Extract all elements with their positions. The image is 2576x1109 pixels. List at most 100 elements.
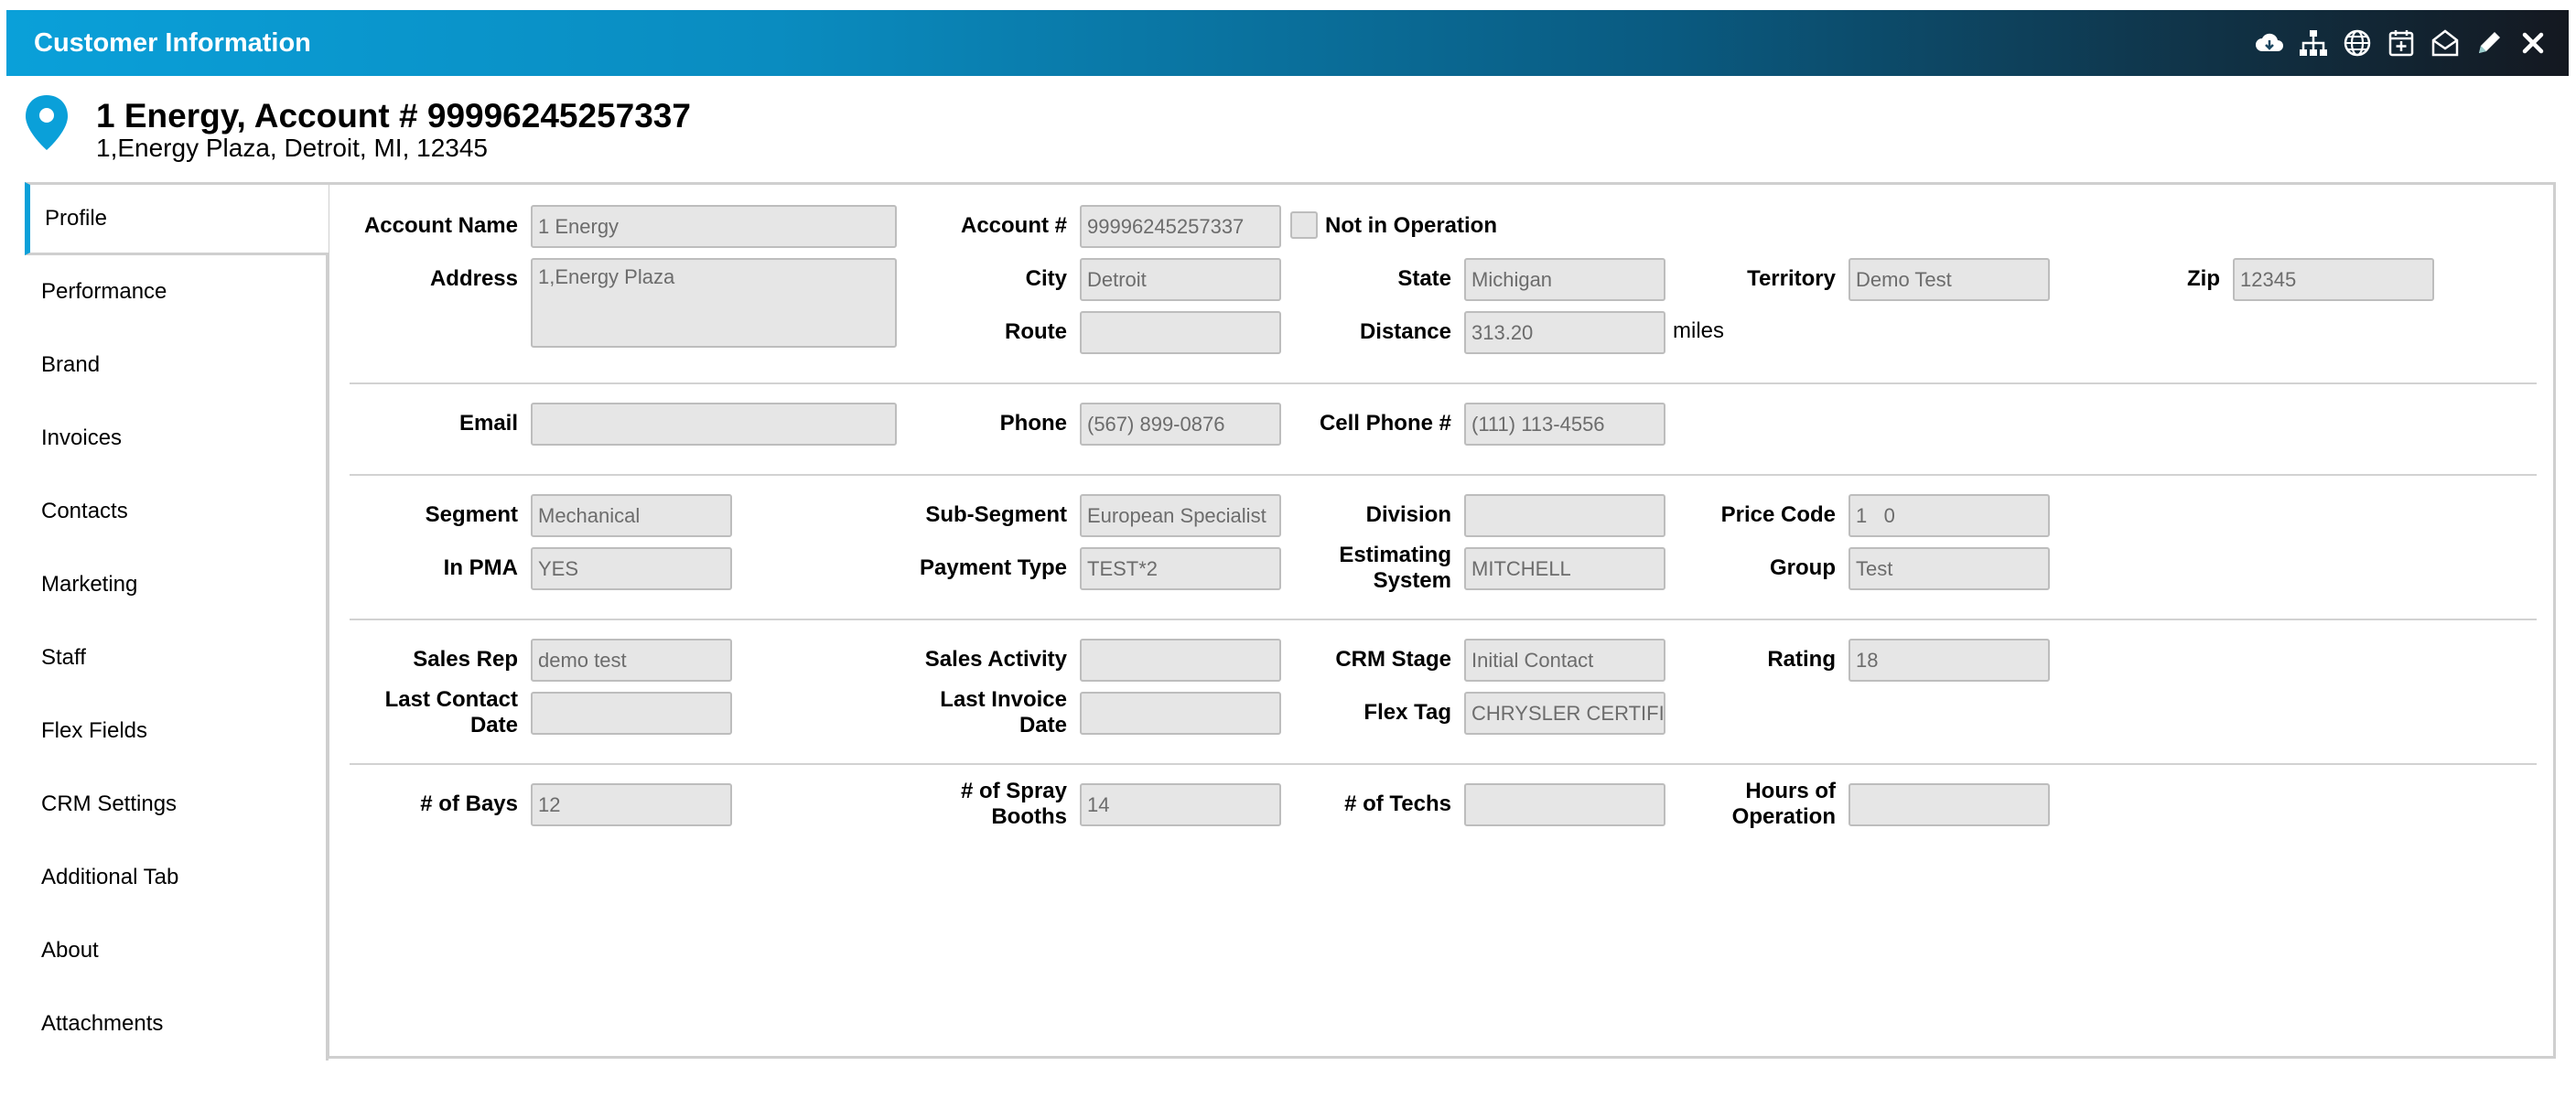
customer-header: 1 Energy, Account # 99996245257337 1,Ene…	[23, 88, 1304, 170]
estimating-system-label: Estimating System	[1339, 543, 1451, 594]
division-label: Division	[1365, 502, 1451, 527]
hours-of-operation-label-line2: Operation	[1731, 804, 1836, 829]
flex-tag-label: Flex Tag	[1363, 700, 1451, 725]
not-in-operation-label: Not in Operation	[1325, 213, 1497, 238]
zip-field[interactable]: 12345	[2233, 258, 2434, 301]
not-in-operation-checkbox[interactable]	[1290, 211, 1318, 239]
account-name-field[interactable]: 1 Energy	[531, 205, 897, 248]
territory-label: Territory	[1747, 266, 1836, 291]
spray-booths-label-line1: # of Spray	[960, 779, 1067, 803]
phone-label: Phone	[999, 411, 1067, 436]
payment-type-field[interactable]: TEST*2	[1080, 547, 1281, 590]
pencil-icon[interactable]	[2474, 27, 2505, 59]
sales-rep-field[interactable]: demo test	[531, 639, 732, 682]
territory-field[interactable]: Demo Test	[1848, 258, 2050, 301]
in-pma-label: In PMA	[443, 555, 518, 580]
tab-profile[interactable]: Profile	[25, 182, 329, 255]
crm-stage-field[interactable]: Initial Contact	[1464, 639, 1665, 682]
section-divider	[350, 619, 2537, 620]
section-divider	[350, 763, 2537, 765]
tab-flex-fields[interactable]: Flex Fields	[25, 694, 329, 768]
tab-invoices[interactable]: Invoices	[25, 402, 329, 475]
tab-marketing[interactable]: Marketing	[25, 548, 329, 621]
rating-label: Rating	[1767, 647, 1836, 672]
sales-activity-field[interactable]	[1080, 639, 1281, 682]
profile-panel: Account Name 1 Energy Account # 99996245…	[327, 182, 2556, 1059]
price-code-field[interactable]: 1 0	[1848, 494, 2050, 537]
customer-title: 1 Energy, Account # 99996245257337	[96, 97, 691, 135]
tab-brand[interactable]: Brand	[25, 328, 329, 402]
phone-field[interactable]: (567) 899-0876	[1080, 403, 1281, 446]
envelope-open-icon[interactable]	[2430, 27, 2461, 59]
download-cloud-icon[interactable]	[2254, 27, 2285, 59]
in-pma-field[interactable]: YES	[531, 547, 732, 590]
last-invoice-date-field[interactable]	[1080, 692, 1281, 735]
account-name-label: Account Name	[363, 213, 518, 238]
calendar-add-icon[interactable]	[2386, 27, 2417, 59]
bays-label: # of Bays	[420, 791, 518, 816]
window-title: Customer Information	[34, 27, 311, 58]
spray-booths-field[interactable]: 14	[1080, 783, 1281, 826]
email-label: Email	[458, 411, 518, 436]
last-contact-date-field[interactable]	[531, 692, 732, 735]
city-field[interactable]: Detroit	[1080, 258, 1281, 301]
crm-stage-label: CRM Stage	[1335, 647, 1451, 672]
tab-contacts[interactable]: Contacts	[25, 475, 329, 548]
tab-additional[interactable]: Additional Tab	[25, 841, 329, 914]
group-label: Group	[1770, 555, 1836, 580]
division-field[interactable]	[1464, 494, 1665, 537]
estimating-system-field[interactable]: MITCHELL	[1464, 547, 1665, 590]
state-field[interactable]: Michigan	[1464, 258, 1665, 301]
hours-of-operation-label: Hours of Operation	[1732, 779, 1836, 830]
sales-activity-label: Sales Activity	[924, 647, 1067, 672]
sub-segment-label: Sub-Segment	[925, 502, 1067, 527]
last-invoice-date-label: Last Invoice Date	[940, 687, 1067, 738]
close-icon[interactable]	[2517, 27, 2549, 59]
route-label: Route	[1005, 319, 1067, 344]
distance-label: Distance	[1359, 319, 1451, 344]
tab-crm-settings[interactable]: CRM Settings	[25, 768, 329, 841]
globe-icon[interactable]	[2342, 27, 2373, 59]
account-number-field[interactable]: 99996245257337	[1080, 205, 1281, 248]
segment-field[interactable]: Mechanical	[531, 494, 732, 537]
sales-rep-label: Sales Rep	[413, 647, 518, 672]
estimating-system-label-line2: System	[1373, 568, 1451, 593]
bays-field[interactable]: 12	[531, 783, 732, 826]
tab-attachments[interactable]: Attachments	[25, 987, 329, 1061]
last-contact-date-label-line1: Last Contact	[384, 687, 518, 712]
cell-phone-label: Cell Phone #	[1319, 411, 1451, 436]
hours-of-operation-label-line1: Hours of	[1745, 779, 1836, 803]
estimating-system-label-line1: Estimating	[1339, 543, 1451, 567]
tab-about[interactable]: About	[25, 914, 329, 987]
distance-unit: miles	[1673, 318, 1725, 343]
group-field[interactable]: Test	[1848, 547, 2050, 590]
spray-booths-label-line2: Booths	[991, 804, 1067, 829]
rating-field[interactable]: 18	[1848, 639, 2050, 682]
price-code-label: Price Code	[1720, 502, 1836, 527]
route-field[interactable]	[1080, 311, 1281, 354]
payment-type-label: Payment Type	[920, 555, 1067, 580]
address-label: Address	[429, 266, 518, 291]
cell-phone-field[interactable]: (111) 113-4556	[1464, 403, 1665, 446]
zip-label: Zip	[2187, 266, 2220, 291]
hours-of-operation-field[interactable]	[1848, 783, 2050, 826]
section-divider	[350, 474, 2537, 476]
account-number-label: Account #	[960, 213, 1067, 238]
distance-field[interactable]: 313.20	[1464, 311, 1665, 354]
titlebar-toolbar	[2254, 10, 2549, 76]
last-invoice-date-label-line1: Last Invoice	[940, 687, 1067, 712]
techs-field[interactable]	[1464, 783, 1665, 826]
address-field[interactable]: 1,Energy Plaza	[531, 258, 897, 348]
flex-tag-field[interactable]: CHRYSLER CERTIFI	[1464, 692, 1665, 735]
tab-performance[interactable]: Performance	[25, 255, 329, 328]
org-chart-icon[interactable]	[2298, 27, 2329, 59]
window-titlebar: Customer Information	[6, 10, 2569, 76]
sub-segment-field[interactable]: European Specialist	[1080, 494, 1281, 537]
city-label: City	[1025, 266, 1067, 291]
customer-address: 1,Energy Plaza, Detroit, MI, 12345	[96, 134, 488, 162]
last-invoice-date-label-line2: Date	[1019, 713, 1067, 738]
spray-booths-label: # of Spray Booths	[961, 779, 1067, 830]
sidebar: Profile Performance Brand Invoices Conta…	[25, 182, 329, 1061]
email-field[interactable]	[531, 403, 897, 446]
tab-staff[interactable]: Staff	[25, 621, 329, 694]
